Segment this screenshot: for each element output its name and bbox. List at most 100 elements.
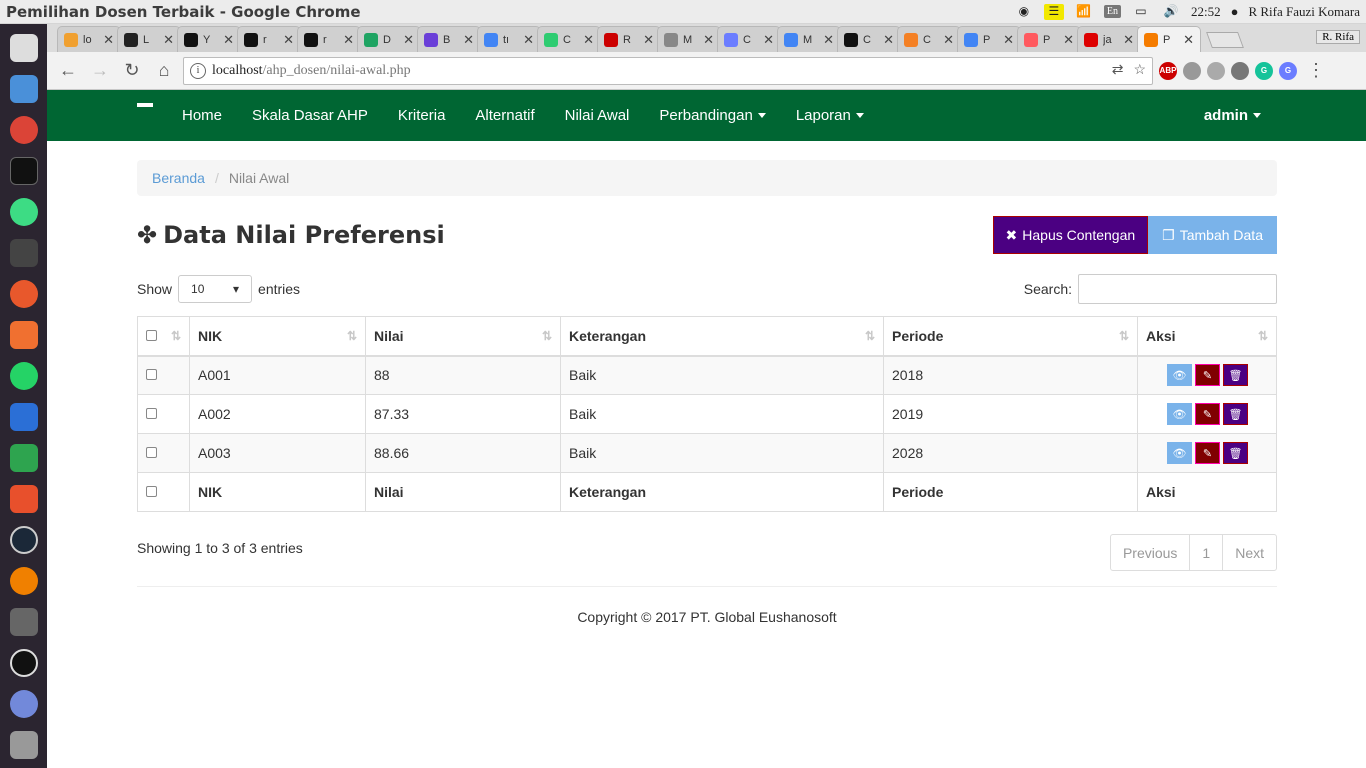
pen-tool-icon[interactable] xyxy=(8,276,40,312)
whatsapp-icon[interactable] xyxy=(8,358,40,394)
tab-close-icon[interactable]: ✕ xyxy=(1123,32,1134,48)
browser-tab[interactable]: C ✕ xyxy=(717,26,781,52)
terminal-icon[interactable] xyxy=(8,153,40,189)
nav-laporan-dropdown[interactable]: Laporan xyxy=(781,90,879,141)
tab-close-icon[interactable]: ✕ xyxy=(823,32,834,48)
steam-icon[interactable] xyxy=(8,522,40,558)
wps-presentation-icon[interactable] xyxy=(8,481,40,517)
breadcrumb-home-link[interactable]: Beranda xyxy=(152,170,205,186)
address-bar[interactable]: i localhost/ahp_dosen/nilai-awal.php ⇄ ☆ xyxy=(183,56,1153,85)
sort-icon[interactable]: ⇅ xyxy=(171,329,181,343)
edit-pencil-icon[interactable]: ✎ xyxy=(1195,364,1220,387)
col-nilai-header[interactable]: Nilai ⇅ xyxy=(365,316,561,357)
apple-icon[interactable]: ● xyxy=(1231,4,1239,20)
browser-tab[interactable]: tı ✕ xyxy=(477,26,541,52)
previous-button[interactable]: Previous xyxy=(1111,535,1191,570)
page-1-button[interactable]: 1 xyxy=(1190,535,1224,570)
browser-tab[interactable]: ja ✕ xyxy=(1077,26,1141,52)
row-checkbox[interactable] xyxy=(146,447,157,458)
browser-tab[interactable]: D ✕ xyxy=(357,26,421,52)
tab-close-icon[interactable]: ✕ xyxy=(163,32,174,48)
pdf-icon[interactable] xyxy=(8,317,40,353)
tab-close-icon[interactable]: ✕ xyxy=(943,32,954,48)
row-checkbox[interactable] xyxy=(146,369,157,381)
files-icon[interactable] xyxy=(8,71,40,107)
wifi-icon[interactable]: 📶 xyxy=(1074,4,1094,20)
tab-close-icon[interactable]: ✕ xyxy=(703,32,714,48)
volume-icon[interactable]: 🔊 xyxy=(1161,4,1181,20)
home-icon[interactable]: ⌂ xyxy=(151,58,177,84)
clock[interactable]: 22:52 xyxy=(1191,4,1221,20)
notes-tray-icon[interactable]: ☰ xyxy=(1043,3,1064,20)
view-eye-icon[interactable]: 👁 xyxy=(1167,442,1192,464)
nav-home[interactable]: Home xyxy=(167,90,237,141)
browser-tab[interactable]: r ✕ xyxy=(237,26,301,52)
tab-close-icon[interactable]: ✕ xyxy=(763,32,774,48)
grammarly-icon[interactable]: G xyxy=(1255,61,1273,80)
forward-icon[interactable]: → xyxy=(87,58,113,84)
delete-trash-icon[interactable]: 🗑 xyxy=(1223,364,1248,387)
nav-nilai-awal[interactable]: Nilai Awal xyxy=(550,90,645,141)
browser-tab[interactable]: P ✕ xyxy=(957,26,1021,52)
globe-icon[interactable] xyxy=(1207,61,1225,80)
delete-trash-icon[interactable]: 🗑 xyxy=(1223,403,1248,425)
info-icon[interactable]: i xyxy=(190,62,206,79)
tab-close-icon[interactable]: ✕ xyxy=(103,32,114,48)
browser-tab[interactable]: B ✕ xyxy=(417,26,481,52)
nav-alternatif[interactable]: Alternatif xyxy=(460,90,549,141)
android-studio-icon[interactable] xyxy=(8,194,40,230)
view-eye-icon[interactable]: 👁 xyxy=(1167,403,1192,425)
footer-checkbox[interactable] xyxy=(146,486,157,497)
menu-icon[interactable]: ⋮ xyxy=(1303,58,1329,84)
select-all-checkbox[interactable] xyxy=(146,329,157,341)
wps-writer-icon[interactable] xyxy=(8,399,40,435)
browser-tab[interactable]: Y ✕ xyxy=(177,26,241,52)
browser-tab[interactable]: M ✕ xyxy=(777,26,841,52)
finder-icon[interactable] xyxy=(8,30,40,66)
tab-close-icon[interactable]: ✕ xyxy=(1183,32,1194,48)
view-eye-icon[interactable]: 👁 xyxy=(1167,364,1192,387)
tab-close-icon[interactable]: ✕ xyxy=(583,32,594,48)
vlc-icon[interactable] xyxy=(8,563,40,599)
new-tab-button[interactable] xyxy=(1206,32,1244,48)
tab-close-icon[interactable]: ✕ xyxy=(463,32,474,48)
obs-icon[interactable] xyxy=(8,645,40,681)
browser-tab[interactable]: C ✕ xyxy=(837,26,901,52)
add-data-button[interactable]: ❐ Tambah Data xyxy=(1148,216,1277,254)
chrome-tray-icon[interactable]: ◉ xyxy=(1014,4,1034,20)
extension-icon[interactable] xyxy=(1183,61,1201,80)
anbox-icon[interactable] xyxy=(8,604,40,640)
tab-close-icon[interactable]: ✕ xyxy=(523,32,534,48)
tab-close-icon[interactable]: ✕ xyxy=(1003,32,1014,48)
tab-close-icon[interactable]: ✕ xyxy=(223,32,234,48)
browser-tab[interactable]: C ✕ xyxy=(537,26,601,52)
col-nik-header[interactable]: NIK ⇅ xyxy=(189,316,366,357)
reload-icon[interactable]: ↻ xyxy=(119,58,145,84)
discord-icon[interactable] xyxy=(8,686,40,722)
sublime-icon[interactable] xyxy=(8,235,40,271)
tab-close-icon[interactable]: ✕ xyxy=(343,32,354,48)
user-menu[interactable]: admin xyxy=(1189,90,1276,141)
google-translate-icon[interactable]: G xyxy=(1279,61,1297,80)
back-icon[interactable]: ← xyxy=(55,58,81,84)
translate-icon[interactable]: ⇄ xyxy=(1112,62,1124,79)
bookmark-star-icon[interactable]: ☆ xyxy=(1133,62,1146,79)
tab-close-icon[interactable]: ✕ xyxy=(883,32,894,48)
browser-tab[interactable]: C ✕ xyxy=(897,26,961,52)
keyboard-language[interactable]: En xyxy=(1103,5,1121,18)
edit-pencil-icon[interactable]: ✎ xyxy=(1195,403,1220,425)
browser-tab[interactable]: L ✕ xyxy=(117,26,181,52)
edit-pencil-icon[interactable]: ✎ xyxy=(1195,442,1220,464)
trash-icon[interactable] xyxy=(8,727,40,763)
chat-extension-icon[interactable] xyxy=(1231,61,1249,80)
brand-logo[interactable] xyxy=(137,102,153,107)
col-periode-header[interactable]: Periode ⇅ xyxy=(883,316,1138,357)
user-name[interactable]: R Rifa Fauzi Komara xyxy=(1248,4,1360,20)
browser-tab[interactable]: r ✕ xyxy=(297,26,361,52)
tab-close-icon[interactable]: ✕ xyxy=(403,32,414,48)
row-checkbox[interactable] xyxy=(146,408,157,419)
browser-tab[interactable]: lo ✕ xyxy=(57,26,121,52)
tab-close-icon[interactable]: ✕ xyxy=(643,32,654,48)
search-input[interactable] xyxy=(1078,274,1277,304)
nav-kriteria[interactable]: Kriteria xyxy=(383,90,461,141)
